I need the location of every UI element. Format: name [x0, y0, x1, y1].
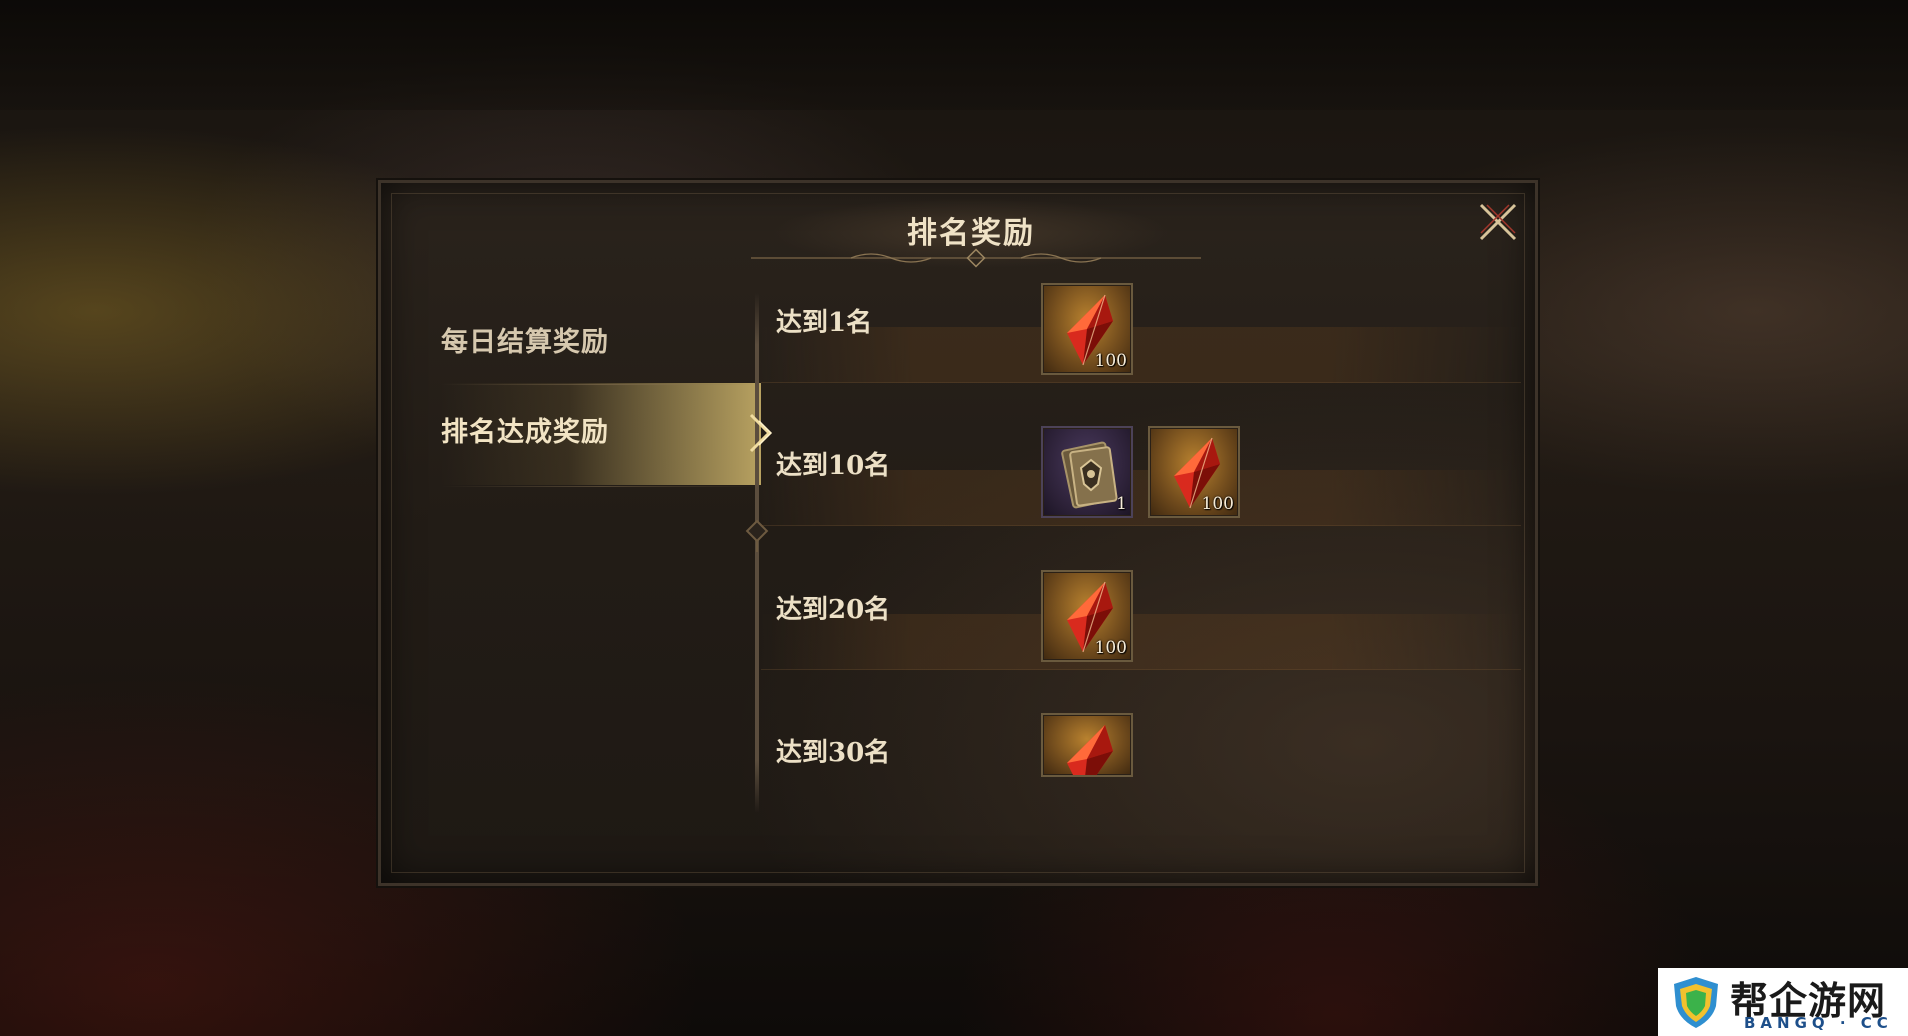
shield-logo-icon [1674, 977, 1718, 1028]
reward-row-label: 达到10名 [776, 451, 891, 481]
reward-row-rank-1: 达到1名 100 [761, 263, 1521, 383]
reward-item-tome[interactable]: 1 [1041, 426, 1133, 518]
reward-row-rank-10: 达到10名 1 100 [761, 406, 1521, 526]
rank-reward-dialog: 排名奖励 每日结算奖励 排名达成奖励 达到1名 100 达到10名 1 100 … [378, 180, 1538, 886]
dialog-title: 排名奖励 [907, 216, 1035, 251]
tab-daily-settlement-reward[interactable]: 每日结算奖励 [441, 293, 761, 393]
site-watermark: 帮企游网 BANGQ · CC [1658, 968, 1908, 1036]
tab-label: 每日结算奖励 [441, 327, 609, 358]
close-x-icon [1479, 203, 1517, 241]
watermark-subtitle: BANGQ · CC [1744, 1014, 1893, 1032]
close-button[interactable] [1473, 197, 1523, 247]
reward-row-label: 达到1名 [776, 308, 873, 338]
item-quantity: 100 [1094, 351, 1127, 371]
tab-divider [441, 486, 761, 487]
row-background [761, 327, 1521, 383]
tab-rank-achievement-reward[interactable]: 排名达成奖励 [441, 383, 761, 483]
red-crystal-icon [1067, 725, 1113, 775]
reward-item-red-crystal[interactable]: 100 [1041, 283, 1133, 375]
reward-item-red-crystal[interactable]: 100 [1041, 570, 1133, 662]
item-quantity: 1 [1116, 494, 1127, 514]
reward-row-label: 达到30名 [776, 738, 891, 768]
background-top-band [0, 0, 1908, 110]
reward-row-rank-20: 达到20名 100 [761, 550, 1521, 670]
reward-row-rank-30: 达到30名 [761, 693, 1521, 813]
item-quantity: 100 [1201, 494, 1234, 514]
reward-row-label: 达到20名 [776, 595, 891, 625]
item-quantity: 100 [1094, 638, 1127, 658]
tab-label: 排名达成奖励 [441, 417, 609, 448]
vertical-divider [755, 293, 759, 813]
reward-item-red-crystal[interactable]: 100 [1148, 426, 1240, 518]
reward-item-red-crystal[interactable] [1041, 713, 1133, 777]
